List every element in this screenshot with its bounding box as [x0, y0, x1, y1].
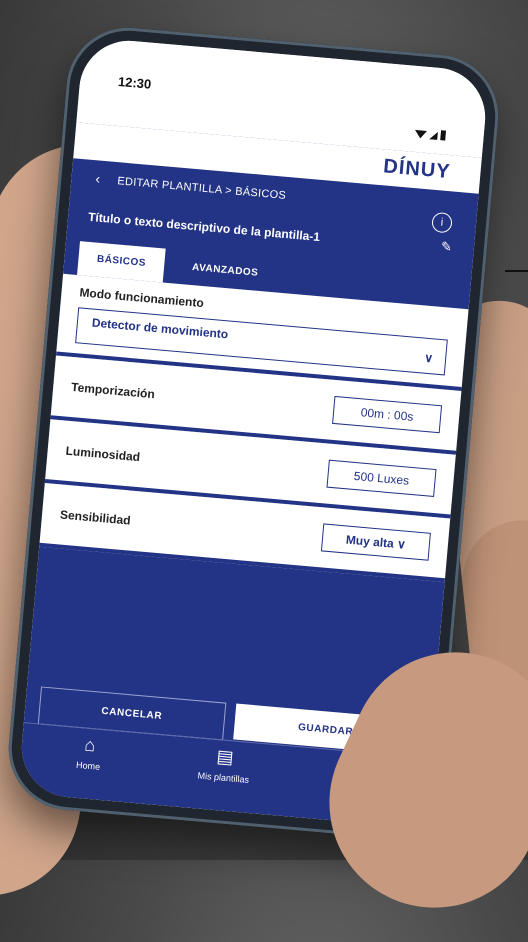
mode-value: Detector de movimiento	[91, 315, 229, 342]
sensitivity-select[interactable]: Muy alta ∨	[320, 523, 431, 561]
sensitivity-value: Muy alta	[345, 532, 395, 551]
breadcrumb: EDITAR PLANTILLA > BÁSICOS	[116, 175, 287, 202]
wifi-icon	[414, 129, 427, 139]
signal-icon	[429, 131, 438, 140]
dinuy-logo: DÍNUY	[382, 155, 452, 184]
battery-icon	[440, 130, 447, 141]
pencil-icon[interactable]: ✎	[440, 239, 452, 256]
status-time: 12:30	[117, 73, 152, 92]
sensitivity-label: Sensibilidad	[59, 507, 132, 528]
nav-templates[interactable]: ▤ Mis plantillas	[176, 743, 271, 815]
chevron-left-icon[interactable]: ‹	[95, 170, 101, 186]
decorative-line	[505, 270, 528, 272]
timer-input[interactable]: 00m : 00s	[332, 395, 443, 434]
chevron-down-icon: ∨	[423, 350, 434, 366]
templates-icon: ▤	[215, 746, 235, 768]
status-icons	[414, 128, 447, 141]
luminosity-label: Luminosidad	[65, 443, 141, 465]
luminosity-input[interactable]: 500 Luxes	[326, 459, 437, 497]
home-icon: ⌂	[83, 734, 97, 756]
timer-label: Temporización	[70, 379, 156, 402]
tab-avanzados[interactable]: AVANZADOS	[191, 251, 260, 291]
nav-home[interactable]: ⌂ Home	[40, 731, 135, 803]
chevron-down-icon: ∨	[396, 536, 407, 552]
